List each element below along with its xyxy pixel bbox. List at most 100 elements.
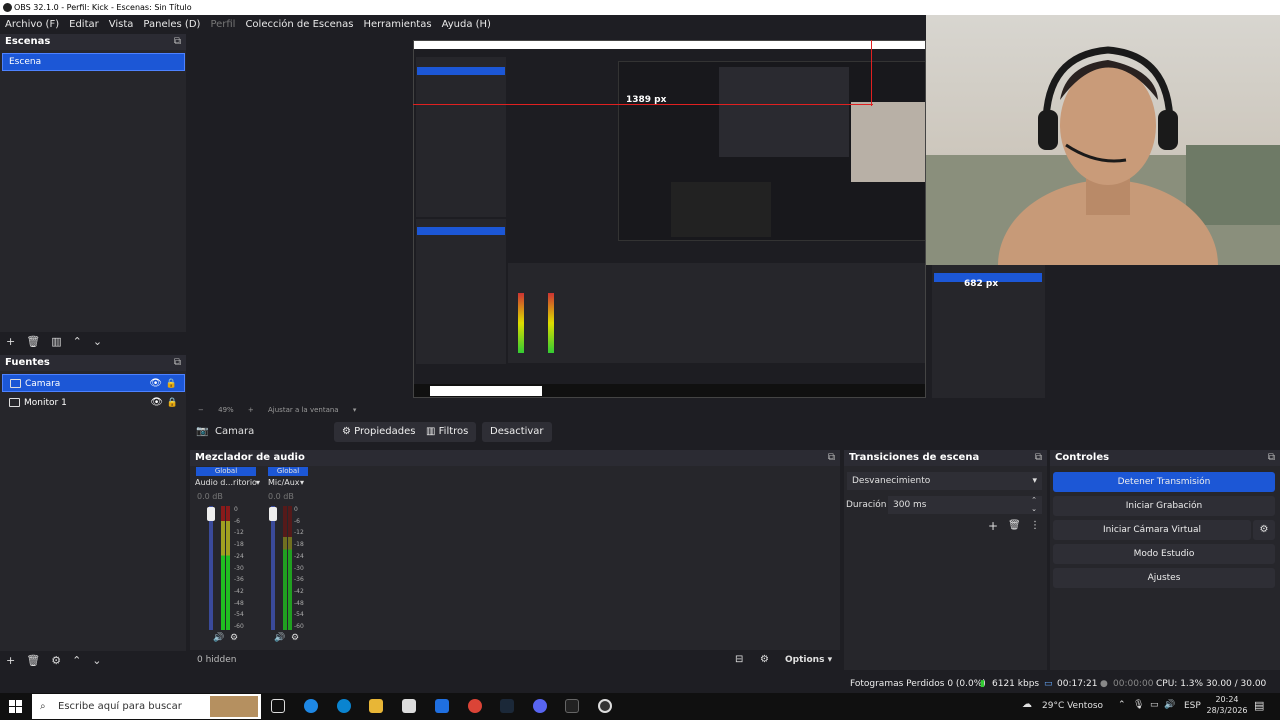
- measure-label-v: 682 px: [964, 279, 999, 289]
- stop-stream-button[interactable]: Detener Transmisión: [1053, 472, 1275, 492]
- tray-chevron-icon[interactable]: ⌃: [1118, 700, 1126, 710]
- clock-date[interactable]: 28/3/2026: [1204, 706, 1250, 715]
- trash-icon[interactable]: 🗑: [1008, 520, 1021, 531]
- stepper-icon[interactable]: ⌃ ⌄: [1031, 496, 1037, 514]
- mail-icon[interactable]: [435, 699, 449, 713]
- filters-label: Filtros: [438, 426, 469, 437]
- visibility-icon[interactable]: 👁: [149, 375, 162, 393]
- menu-ayuda[interactable]: Ayuda (H): [442, 19, 491, 30]
- chevron-down-icon[interactable]: ▾: [353, 406, 357, 414]
- settings-button[interactable]: Ajustes: [1053, 568, 1275, 588]
- notification-icon[interactable]: ▤: [1254, 699, 1264, 712]
- volume-icon[interactable]: 🔊: [1164, 700, 1175, 710]
- status-bar: Fotogramas Perdidos 0 (0.0%) ▮ 6121 kbps…: [0, 676, 1280, 706]
- volume-slider-track[interactable]: [209, 506, 213, 630]
- menu-perfil[interactable]: Perfil: [210, 19, 235, 30]
- level-meter: [226, 506, 230, 630]
- steam-icon[interactable]: [500, 699, 514, 713]
- speaker-icon[interactable]: 🔊: [274, 633, 285, 643]
- measure-label-h: 1389 px: [626, 95, 667, 105]
- deactivate-button[interactable]: Desactivar: [482, 422, 552, 442]
- edge-icon[interactable]: [337, 699, 351, 713]
- file-explorer-icon[interactable]: [369, 699, 383, 713]
- start-recording-button[interactable]: Iniciar Grabación: [1053, 496, 1275, 516]
- transition-select[interactable]: Desvanecimiento ▾: [847, 472, 1042, 490]
- options-button[interactable]: Options ▾: [785, 655, 832, 665]
- undock-icon[interactable]: ⧉: [1268, 450, 1275, 466]
- duration-input[interactable]: 300 ms ⌃ ⌄: [888, 496, 1042, 514]
- weather-text[interactable]: 29°C Ventoso: [1042, 701, 1103, 711]
- copilot-icon[interactable]: [304, 699, 318, 713]
- nested-camera: [851, 102, 925, 182]
- scenes-title: Escenas: [5, 36, 51, 47]
- source-item-monitor[interactable]: Monitor 1 👁 🔒: [2, 394, 185, 412]
- more-icon[interactable]: ⋮: [1030, 520, 1040, 531]
- down-icon[interactable]: ⌄: [92, 654, 101, 667]
- obs-logo-icon: [3, 3, 12, 12]
- scale-label: -36: [294, 576, 304, 584]
- filters-button[interactable]: ▥ Filtros: [418, 422, 477, 442]
- studio-mode-button[interactable]: Modo Estudio: [1053, 544, 1275, 564]
- chevron-down-icon[interactable]: ▾: [256, 478, 260, 487]
- up-icon[interactable]: ⌃: [73, 335, 82, 348]
- scenes-panel-header: Escenas ⧉: [0, 34, 186, 50]
- gear-icon[interactable]: ⚙: [1253, 520, 1275, 540]
- menu-vista[interactable]: Vista: [109, 19, 134, 30]
- chevron-down-icon[interactable]: ▾: [300, 478, 304, 487]
- obs-taskbar-icon[interactable]: [598, 699, 612, 713]
- zoom-in-icon[interactable]: +: [248, 406, 254, 414]
- mixer-settings-icon[interactable]: ⚙: [760, 654, 769, 665]
- menu-editar[interactable]: Editar: [69, 19, 99, 30]
- properties-button[interactable]: ⚙ Propiedades: [334, 422, 424, 442]
- filter-icon[interactable]: ▥: [51, 335, 61, 348]
- network-icon[interactable]: ▭: [1150, 700, 1159, 710]
- scale-label: -18: [294, 541, 304, 549]
- lock-icon[interactable]: 🔒: [166, 375, 177, 393]
- mic-icon[interactable]: 🎙: [1133, 700, 1144, 710]
- gear-icon[interactable]: ⚙: [51, 654, 61, 667]
- camera-icon: [10, 379, 21, 388]
- menu-archivo[interactable]: Archivo (F): [5, 19, 59, 30]
- language-indicator[interactable]: ESP: [1184, 701, 1201, 711]
- trash-icon[interactable]: 🗑: [26, 654, 40, 667]
- cpu-usage: CPU: 1.3%: [1156, 679, 1204, 689]
- zoom-fit[interactable]: Ajustar a la ventana: [268, 406, 339, 414]
- audio-mixer-title: Mezclador de audio: [195, 452, 305, 463]
- trash-icon[interactable]: 🗑: [26, 335, 40, 348]
- scene-item[interactable]: Escena: [2, 53, 185, 71]
- menu-herramientas[interactable]: Herramientas: [363, 19, 431, 30]
- undock-icon[interactable]: ⧉: [174, 355, 181, 371]
- menu-paneles[interactable]: Paneles (D): [143, 19, 200, 30]
- scenes-toolbar: + 🗑 ▥ ⌃ ⌄: [0, 333, 186, 349]
- add-icon[interactable]: +: [6, 654, 15, 667]
- task-view-icon[interactable]: [271, 699, 285, 713]
- channel-menu-icon[interactable]: ⚙: [291, 633, 299, 643]
- add-icon[interactable]: +: [6, 335, 15, 348]
- source-item-camara[interactable]: Camara 👁 🔒: [2, 374, 185, 392]
- lock-icon[interactable]: 🔒: [167, 394, 178, 412]
- mixer-layout-icon[interactable]: ⊟: [735, 654, 743, 665]
- add-icon[interactable]: +: [988, 519, 998, 533]
- clock-time[interactable]: 20:24: [1210, 695, 1244, 704]
- windows-start-icon[interactable]: [9, 700, 22, 713]
- volume-slider-track[interactable]: [271, 506, 275, 630]
- undock-icon[interactable]: ⧉: [828, 450, 835, 466]
- visibility-icon[interactable]: 👁: [150, 394, 163, 412]
- down-icon[interactable]: ⌄: [93, 335, 102, 348]
- undock-icon[interactable]: ⧉: [174, 34, 181, 50]
- app-icon[interactable]: [565, 699, 579, 713]
- virtual-camera-button[interactable]: Iniciar Cámara Virtual: [1053, 520, 1251, 540]
- volume-slider-handle[interactable]: [269, 507, 277, 521]
- taskbar-search[interactable]: ⌕ Escribe aquí para buscar: [32, 694, 261, 719]
- up-icon[interactable]: ⌃: [72, 654, 81, 667]
- speaker-icon[interactable]: 🔊: [213, 633, 224, 643]
- chrome-icon[interactable]: [468, 699, 482, 713]
- monitor-capture: [413, 40, 926, 398]
- menu-coleccion[interactable]: Colección de Escenas: [245, 19, 353, 30]
- undock-icon[interactable]: ⧉: [1035, 450, 1042, 466]
- discord-icon[interactable]: [533, 699, 547, 713]
- zoom-out-icon[interactable]: −: [198, 406, 204, 414]
- channel-menu-icon[interactable]: ⚙: [230, 633, 238, 643]
- store-icon[interactable]: [402, 699, 416, 713]
- volume-slider-handle[interactable]: [207, 507, 215, 521]
